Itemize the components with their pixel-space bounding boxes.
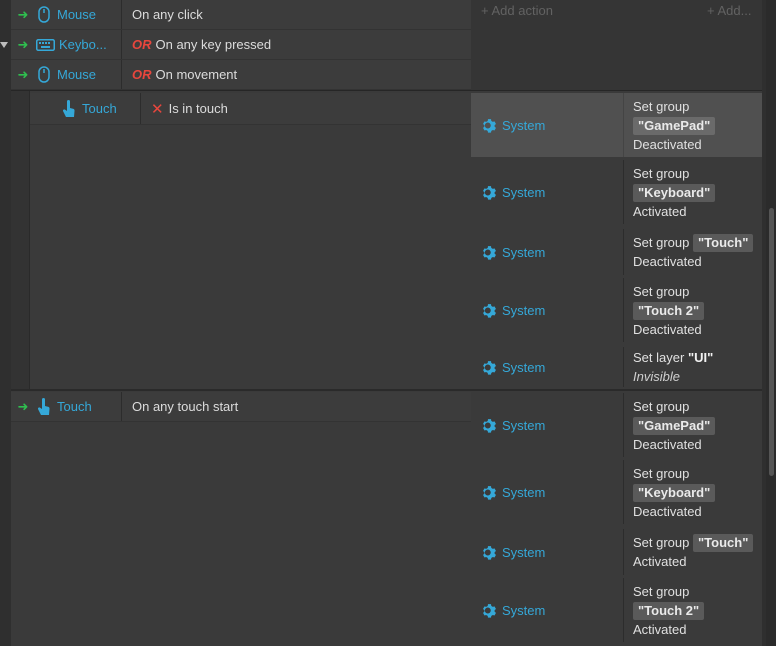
event-divider [11,389,762,391]
condition-object-name: Mouse [57,67,97,82]
condition-text: On movement [155,67,238,82]
action-row[interactable]: System Set group "Touch 2" Deactivated [471,278,762,342]
keyboard-icon [35,36,55,54]
action-text: Set group [633,583,690,599]
or-label: OR [132,37,152,52]
action-param: "Keyboard" [633,183,716,202]
condition-text: On any key pressed [155,37,272,52]
action-object-name: System [502,184,546,200]
action-state: Activated [633,554,687,569]
action-state: Deactivated [633,136,702,152]
gear-icon [483,245,496,260]
action-state: Activated [633,203,687,219]
action-row[interactable]: System Set group "Touch" Activated [471,529,762,575]
condition-object-name: Touch [82,101,117,116]
action-param: "Keyboard" [633,483,716,502]
action-row[interactable]: System Set layer "UI" Invisible [471,347,762,387]
gear-icon [483,418,496,433]
or-label: OR [132,67,152,82]
mouse-icon [35,6,53,24]
action-row[interactable]: System Set group "Touch 2" Activated [471,578,762,642]
event-divider [11,90,762,91]
action-param: "GamePad" [633,116,716,135]
sub-event-conditions-area [29,90,471,390]
collapse-caret-icon[interactable] [0,37,8,48]
condition-text: Is in touch [168,101,228,116]
scrollbar-thumb[interactable] [769,208,774,476]
action-param: "GamePad" [633,416,716,435]
action-param: "Touch" [693,234,754,252]
event2-conditions-area [11,391,471,646]
action-text: Set group [633,98,690,114]
action-text: Set group [633,283,690,299]
action-object-name: System [502,602,546,618]
condition-text: On any touch start [132,399,239,414]
action-object-name: System [502,302,546,318]
add-more-button[interactable]: + Add... [707,3,751,18]
gear-icon [483,118,496,133]
gear-icon [483,360,496,375]
condition-row[interactable]: ➜ Keybo... OR On any key pressed [11,30,471,60]
action-object-name: System [502,544,546,560]
action-object-name: System [502,117,546,133]
action-state: Activated [633,621,687,637]
action-param: "Touch" [693,534,754,552]
action-state: Deactivated [633,321,702,337]
condition-row[interactable]: ➜ Mouse On any click [11,0,471,30]
action-state: Deactivated [633,254,702,269]
action-row[interactable]: System Set group "Keyboard" Activated [471,160,762,224]
gear-icon [483,545,496,560]
invert-icon: ✕ [151,100,164,118]
action-text: Set group [633,398,690,414]
event-arrow-icon: ➜ [17,398,29,414]
action-state: Deactivated [633,503,702,519]
add-action-button[interactable]: + Add action [481,3,553,18]
action-object-name: System [502,359,546,375]
condition-row[interactable]: ➜ Mouse OR On movement [11,60,471,90]
action-param: "Touch 2" [633,601,705,620]
condition-row[interactable]: ➜ Touch On any touch start [11,392,471,422]
action-param: "Touch 2" [633,301,705,320]
action-text: Set group [633,235,690,250]
action-param: "UI" [687,350,714,365]
action-row[interactable]: System Set group "Touch" Deactivated [471,229,762,275]
condition-object-name: Keybo... [59,37,107,52]
action-text: Set group [633,465,690,481]
condition-object-name: Mouse [57,7,97,22]
condition-text: On any click [132,7,203,22]
event-arrow-icon: ➜ [17,66,29,82]
gear-icon [483,303,496,318]
condition-object-name: Touch [57,399,92,414]
sub-event-condition-row[interactable]: Touch ✕ Is in touch [30,93,471,125]
action-object-name: System [502,244,546,260]
action-state: Invisible [633,369,680,384]
action-text: Set group [633,535,690,550]
action-row[interactable]: System Set group "Keyboard" Deactivated [471,460,762,524]
mouse-icon [35,66,53,84]
action-row[interactable]: System Set group "GamePad" Deactivated [471,93,762,157]
sub-event-indent [11,90,29,390]
gear-icon [483,603,496,618]
touch-icon [60,99,78,118]
event-arrow-icon: ➜ [17,6,29,22]
action-row[interactable]: System Set group "GamePad" Deactivated [471,393,762,457]
action-object-name: System [502,484,546,500]
action-state: Deactivated [633,436,702,452]
action-text: Set layer [633,350,685,365]
action-text: Set group [633,165,690,181]
gear-icon [483,485,496,500]
touch-icon [35,397,53,416]
action-object-name: System [502,417,546,433]
event-arrow-icon: ➜ [17,36,29,52]
gear-icon [483,185,496,200]
